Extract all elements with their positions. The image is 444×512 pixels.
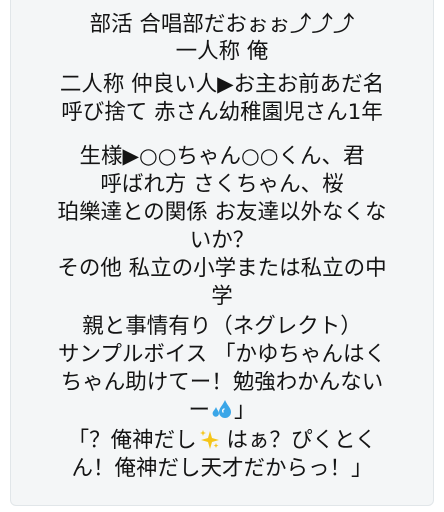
family-line: 親と事情有り（ネグレクト） xyxy=(82,314,362,339)
sparkles-icon xyxy=(199,430,219,449)
sample-voice-line-cont: ちゃん助けてー！勉強わかんない xyxy=(60,370,384,395)
quote-rest-text: はぁ？ぴくとく xyxy=(219,428,377,453)
sample-voice-line-end: ー 」 xyxy=(22,398,422,424)
quote-start-text: 「？俺神だし xyxy=(67,428,197,453)
first-person-line: 一人称 俺 xyxy=(175,39,269,64)
second-person-line-cont-2: 生様▶○○ちゃん○○くん、君 xyxy=(79,144,365,169)
screenshot-frame: 部活 合唱部だおぉぉ⤴︎⤴︎⤴︎ 一人称 俺 二人称 仲良い人▶お主お前あだ名 … xyxy=(0,0,444,512)
second-person-line-cont: 呼び捨て 赤さん幼稚園児さん1年 xyxy=(61,100,383,125)
other-line: その他 私立の小学または私立の中 xyxy=(57,256,387,281)
quote-line-end: ん！俺神だし天才だからっ！」 xyxy=(71,456,373,481)
close-quote-text: 」 xyxy=(234,398,256,423)
second-person-line: 二人称 仲良い人▶お主お前あだ名 xyxy=(59,72,385,97)
relationship-line: 珀樂達との関係 お友達以外なくな xyxy=(57,200,387,225)
relationship-line-cont: いか？ xyxy=(189,228,255,253)
club-line: 部活 合唱部だおぉぉ⤴︎⤴︎⤴︎ xyxy=(89,12,355,37)
sweat-droplets-icon xyxy=(212,400,231,418)
sample-voice-line: サンプルボイス 「かゆちゃんはく xyxy=(57,342,387,367)
other-line-cont: 学 xyxy=(211,284,233,309)
quote-line: 「？俺神だし はぁ？ぴくとく xyxy=(22,428,422,454)
dash-text: ー xyxy=(188,398,210,423)
called-as-line: 呼ばれ方 さくちゃん、桜 xyxy=(100,172,344,197)
